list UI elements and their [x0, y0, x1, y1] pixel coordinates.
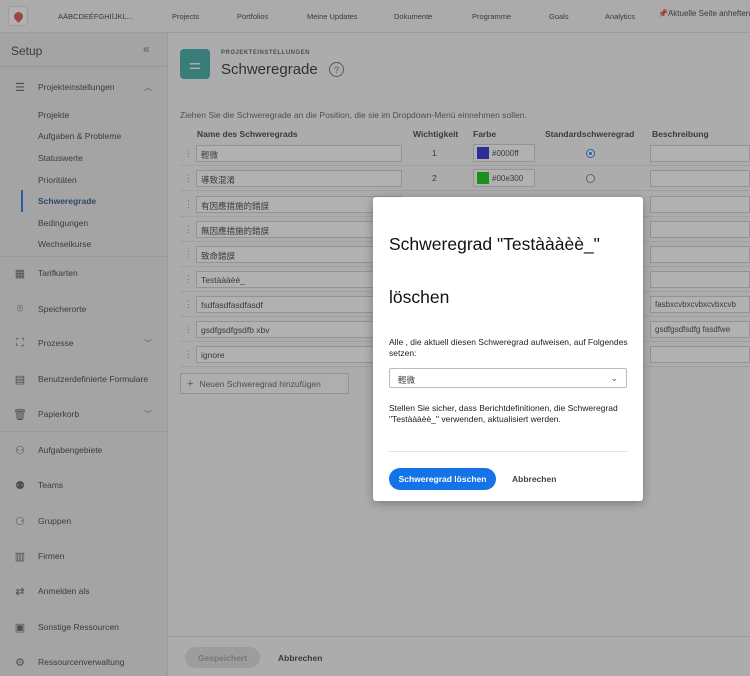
replacement-label: Alle , die aktuell diesen Schweregrad au… — [389, 337, 628, 358]
delete-severity-button[interactable]: Schweregrad löschen — [389, 468, 496, 490]
replacement-severity-select[interactable]: 輕微 ⌄ — [389, 368, 627, 388]
delete-severity-dialog: Schweregrad "Testàààèè_" löschen Alle , … — [373, 197, 643, 501]
dialog-title-line2: löschen — [389, 287, 450, 307]
replacement-severity-value: 輕微 — [398, 375, 416, 385]
divider — [389, 451, 627, 452]
chevron-down-icon: ⌄ — [610, 373, 618, 383]
dialog-title-line1: Schweregrad "Testàààèè_" — [389, 234, 600, 254]
dialog-cancel-button[interactable]: Abbrechen — [512, 474, 556, 484]
dialog-title: Schweregrad "Testàààèè_" löschen — [389, 230, 629, 312]
report-warning-text: Stellen Sie sicher, dass Berichtdefiniti… — [389, 403, 618, 424]
